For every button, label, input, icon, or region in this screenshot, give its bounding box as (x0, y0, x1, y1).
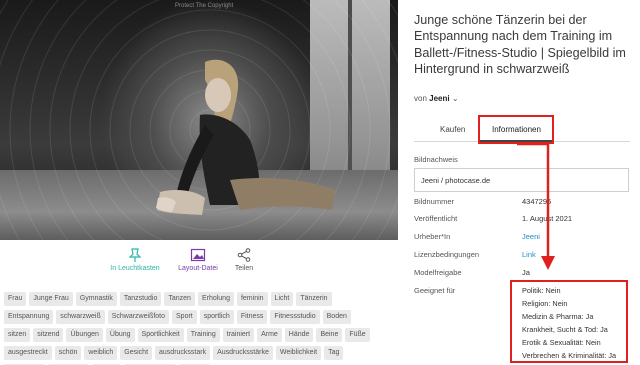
byline-prefix: von (414, 94, 427, 103)
dancer-figure (156, 59, 335, 215)
keyword-tag[interactable]: Ausdrucksstärke (213, 346, 273, 360)
keyword-tag[interactable]: Beine (316, 328, 343, 342)
product-photo[interactable]: Protect The Copyright (0, 0, 398, 240)
keyword-tag[interactable]: Füße (345, 328, 370, 342)
keyword-tag[interactable]: Erholung (197, 292, 234, 306)
keyword-tag[interactable]: Entspannung (4, 310, 54, 324)
published-label: Veröffentlicht (414, 214, 458, 223)
share-label: Teilen (234, 265, 254, 272)
byline: von Jeeni ⌄ (414, 94, 459, 103)
suitable-label: Geeignet für (414, 286, 456, 295)
keyword-tag[interactable]: trainiert (222, 328, 255, 342)
layout-file-button[interactable]: Layout-Datei (168, 248, 228, 272)
keyword-tag[interactable]: Arme (257, 328, 282, 342)
keyword-tag[interactable]: sportlich (199, 310, 234, 324)
keyword-tag[interactable]: Fitness (236, 310, 268, 324)
keyword-tag[interactable]: Übung (105, 328, 135, 342)
keyword-tag[interactable]: ausgestreckt (4, 346, 52, 360)
number-value: 4347295 (522, 197, 552, 206)
pin-icon (128, 248, 142, 262)
photo-watermark: Protect The Copyright (175, 3, 234, 9)
keyword-tag[interactable]: Tanzen (164, 292, 195, 306)
lightbox-button[interactable]: In Leuchtkasten (100, 248, 170, 272)
credit-label: Bildnachweis (414, 155, 458, 164)
keyword-tags: Frau Junge Frau Gymnastik Tanzstudio Tanzen E… (4, 292, 370, 365)
license-link[interactable]: Link (522, 250, 536, 259)
keyword-tag[interactable]: ausdrucksstark (155, 346, 211, 360)
keyword-tag[interactable]: schön (54, 346, 82, 360)
image-icon (190, 248, 206, 262)
keyword-tag[interactable]: Tanzstudio (119, 292, 162, 306)
keyword-tag[interactable]: Gymnastik (75, 292, 117, 306)
share-icon (237, 248, 251, 262)
keyword-tag[interactable]: weiblich (84, 346, 118, 360)
keyword-tag[interactable]: Licht (270, 292, 294, 306)
highlight-box-tab (478, 115, 554, 144)
published-value: 1. August 2021 (522, 214, 573, 223)
keyword-tag[interactable]: Boden (322, 310, 351, 324)
keyword-tag[interactable]: Training (186, 328, 220, 342)
keyword-tag[interactable]: Fitnessstudio (270, 310, 320, 324)
image-title: Junge schöne Tänzerin bei der Entspannun… (414, 13, 626, 76)
keyword-tag[interactable]: sitzend (33, 328, 64, 342)
author-label: Urheber*In (414, 232, 451, 241)
keyword-tag[interactable]: Schwarzweißfoto (107, 310, 170, 324)
number-label: Bildnummer (414, 197, 455, 206)
chevron-down-icon[interactable]: ⌄ (452, 94, 459, 103)
keyword-tag[interactable]: Übungen (66, 328, 103, 342)
keyword-tag[interactable]: schwarzweiß (56, 310, 105, 324)
keyword-tag[interactable]: Sport (172, 310, 197, 324)
keyword-tag[interactable]: Tänzerin (296, 292, 332, 306)
layout-file-label: Layout-Datei (178, 265, 218, 272)
release-label: Modelfreigabe (414, 268, 462, 277)
tab-kaufen[interactable]: Kaufen (440, 125, 465, 134)
author-link[interactable]: Jeeni (429, 94, 449, 103)
keyword-tag[interactable]: Tag (324, 346, 344, 360)
keyword-tag[interactable]: Gesicht (120, 346, 153, 360)
author-value-link[interactable]: Jeeni (522, 232, 540, 241)
share-button[interactable]: Teilen (224, 248, 264, 272)
keyword-tag[interactable]: Sportlichkeit (137, 328, 184, 342)
license-label: Lizenzbedingungen (414, 250, 480, 259)
credit-field[interactable]: Jeeni / photocase.de (414, 168, 629, 192)
release-value: Ja (522, 268, 530, 277)
keyword-tag[interactable]: sitzen (4, 328, 31, 342)
lightbox-label: In Leuchtkasten (110, 265, 160, 272)
keyword-tag[interactable]: Frau (4, 292, 27, 306)
image-actions: In Leuchtkasten Layout-Datei Teilen (100, 248, 300, 278)
keyword-tag[interactable]: Weiblichkeit (275, 346, 322, 360)
keyword-tag[interactable]: feminin (236, 292, 268, 306)
keyword-tag[interactable]: Junge Frau (29, 292, 73, 306)
highlight-box-suitability (510, 280, 628, 363)
keyword-tag[interactable]: Hände (284, 328, 314, 342)
